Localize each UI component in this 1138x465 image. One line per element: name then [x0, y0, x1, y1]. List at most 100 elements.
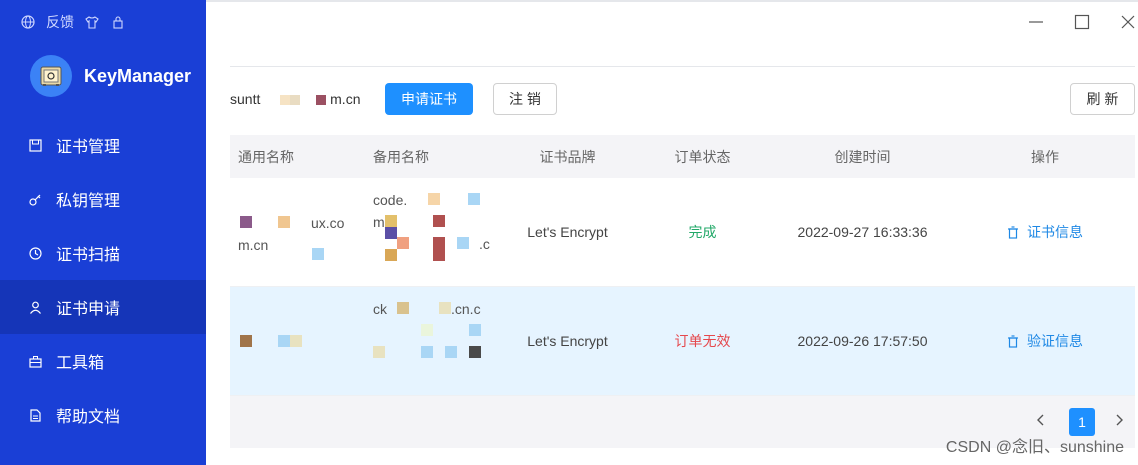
- sidebar-item-cert-scan[interactable]: 证书扫描: [0, 226, 206, 280]
- mosaic-mask: [397, 237, 409, 249]
- mosaic-mask: [278, 216, 290, 228]
- refresh-button[interactable]: 刷 新: [1070, 83, 1135, 115]
- sidebar-item-label: 帮助文档: [56, 409, 121, 426]
- brand-cell: Let's Encrypt: [527, 224, 608, 240]
- mosaic-mask: [316, 95, 327, 106]
- common-name-fragment: ux.co: [311, 215, 345, 231]
- mosaic-mask: [469, 346, 481, 358]
- cert-info-link[interactable]: 证书信息: [1007, 222, 1083, 242]
- maximize-icon[interactable]: [1072, 12, 1092, 32]
- mosaic-mask: [278, 335, 290, 347]
- mosaic-mask: [433, 249, 445, 261]
- actions-cell: 证书信息: [955, 222, 1135, 242]
- page-current-button[interactable]: 1: [1069, 408, 1095, 436]
- apply-cert-button[interactable]: 申请证书: [385, 83, 473, 115]
- actions-cell: 验证信息: [955, 331, 1135, 351]
- mosaic-mask: [240, 335, 252, 347]
- table-row[interactable]: ux.co m.cn code. m .c Let's Encrypt 完成 2…: [230, 178, 1135, 287]
- sidebar-item-label: 证书管理: [56, 139, 121, 156]
- mosaic-mask: [385, 215, 397, 227]
- sidebar-item-key-management[interactable]: 私钥管理: [0, 172, 206, 226]
- masked-text: code. m .c: [373, 187, 500, 277]
- mosaic-mask: [312, 248, 324, 260]
- clock-icon: [28, 246, 42, 260]
- mosaic-mask: [373, 346, 385, 358]
- lock-icon[interactable]: [110, 14, 126, 30]
- mosaic-mask: [290, 95, 301, 106]
- alt-name-fragment: ck: [373, 301, 387, 317]
- mosaic-mask: [468, 193, 480, 205]
- mosaic-mask: [421, 346, 433, 358]
- globe-icon[interactable]: [20, 14, 36, 30]
- masked-text: ck .cn.c: [373, 296, 500, 386]
- chevron-right-icon[interactable]: [1109, 410, 1129, 430]
- status-badge: 订单无效: [674, 333, 731, 349]
- created-time-cell: 2022-09-26 17:57:50: [797, 333, 928, 349]
- brand: KeyManager: [30, 55, 191, 97]
- sidebar-item-label: 证书申请: [56, 301, 121, 318]
- key-icon: [28, 192, 42, 206]
- user-email: suntt m.cn: [230, 91, 360, 107]
- brand-cell: Let's Encrypt: [527, 333, 608, 349]
- mosaic-mask: [280, 95, 291, 106]
- mosaic-mask: [433, 215, 445, 227]
- sidebar-item-label: 工具箱: [56, 355, 105, 372]
- trash-icon: [1008, 225, 1018, 239]
- mosaic-mask: [397, 302, 409, 314]
- alt-name-fragment: .cn.c: [451, 301, 481, 317]
- header-actions: 操作: [1031, 148, 1059, 165]
- verify-info-link[interactable]: 验证信息: [1007, 331, 1083, 351]
- sidebar-item-cert-apply[interactable]: 证书申请: [0, 280, 206, 334]
- user-icon: [28, 300, 42, 314]
- toolbox-icon: [28, 354, 42, 368]
- mosaic-mask: [385, 227, 397, 239]
- alt-name-cell: code. m .c: [365, 187, 500, 277]
- feedback-link[interactable]: 反馈: [46, 12, 74, 32]
- minimize-icon[interactable]: [1026, 12, 1046, 32]
- header-divider: [230, 66, 1135, 67]
- common-name-cell: [230, 321, 365, 361]
- toolbar: suntt m.cn 申请证书 注 销 刷 新: [230, 83, 1135, 115]
- sidebar-menu: 证书管理 私钥管理 证书扫描 证书申请 工具箱 帮助文档: [0, 118, 206, 442]
- shirt-icon[interactable]: [84, 14, 100, 30]
- logout-button[interactable]: 注 销: [493, 83, 557, 115]
- mosaic-mask: [445, 346, 457, 358]
- mosaic-mask: [439, 302, 451, 314]
- chevron-left-icon[interactable]: [1031, 410, 1051, 430]
- close-icon[interactable]: [1118, 12, 1138, 32]
- mosaic-mask: [433, 237, 445, 249]
- header-brand[interactable]: 证书品牌: [500, 147, 635, 167]
- main-area: suntt m.cn 申请证书 注 销 刷 新 通用名称 备用名称 证书品牌 订…: [206, 0, 1138, 465]
- masked-text: ux.co m.cn: [238, 202, 365, 262]
- masked-text: [238, 321, 365, 361]
- alt-name-fragment: m: [373, 214, 385, 230]
- app-window: 反馈 KeyManager 证书管理 私钥管理 证书扫描 证书申请 工具箱 帮助…: [0, 0, 1138, 465]
- mosaic-mask: [300, 95, 317, 106]
- safe-logo-icon: [30, 55, 72, 97]
- alt-name-fragment: code.: [373, 192, 408, 208]
- sidebar-item-toolbox[interactable]: 工具箱: [0, 334, 206, 388]
- mosaic-mask: [385, 249, 397, 261]
- table-row[interactable]: ck .cn.c Let's Encrypt 订单无效 2022-09-26 1: [230, 287, 1135, 396]
- header-common-name[interactable]: 通用名称: [230, 147, 365, 167]
- cert-table: 通用名称 备用名称 证书品牌 订单状态 创建时间 操作 ux.co m.cn c…: [230, 135, 1135, 396]
- header-created[interactable]: 创建时间: [770, 147, 955, 167]
- mosaic-mask: [240, 216, 252, 228]
- sidebar-item-label: 私钥管理: [56, 193, 121, 210]
- sidebar: 反馈 KeyManager 证书管理 私钥管理 证书扫描 证书申请 工具箱 帮助…: [0, 0, 206, 465]
- floppy-icon: [28, 138, 42, 152]
- top-border: [206, 0, 1138, 2]
- header-status[interactable]: 订单状态: [635, 147, 770, 167]
- mosaic-mask: [457, 237, 469, 249]
- document-icon: [28, 408, 42, 422]
- sidebar-item-cert-management[interactable]: 证书管理: [0, 118, 206, 172]
- action-label: 验证信息: [1027, 333, 1083, 349]
- status-badge: 完成: [688, 224, 717, 240]
- header-alt-name[interactable]: 备用名称: [365, 147, 500, 167]
- alt-name-fragment: .c: [479, 236, 490, 252]
- email-prefix: suntt: [230, 91, 261, 107]
- sidebar-item-help-docs[interactable]: 帮助文档: [0, 388, 206, 442]
- common-name-fragment: m.cn: [238, 237, 269, 253]
- table-header: 通用名称 备用名称 证书品牌 订单状态 创建时间 操作: [230, 135, 1135, 178]
- sidebar-item-label: 证书扫描: [56, 247, 121, 264]
